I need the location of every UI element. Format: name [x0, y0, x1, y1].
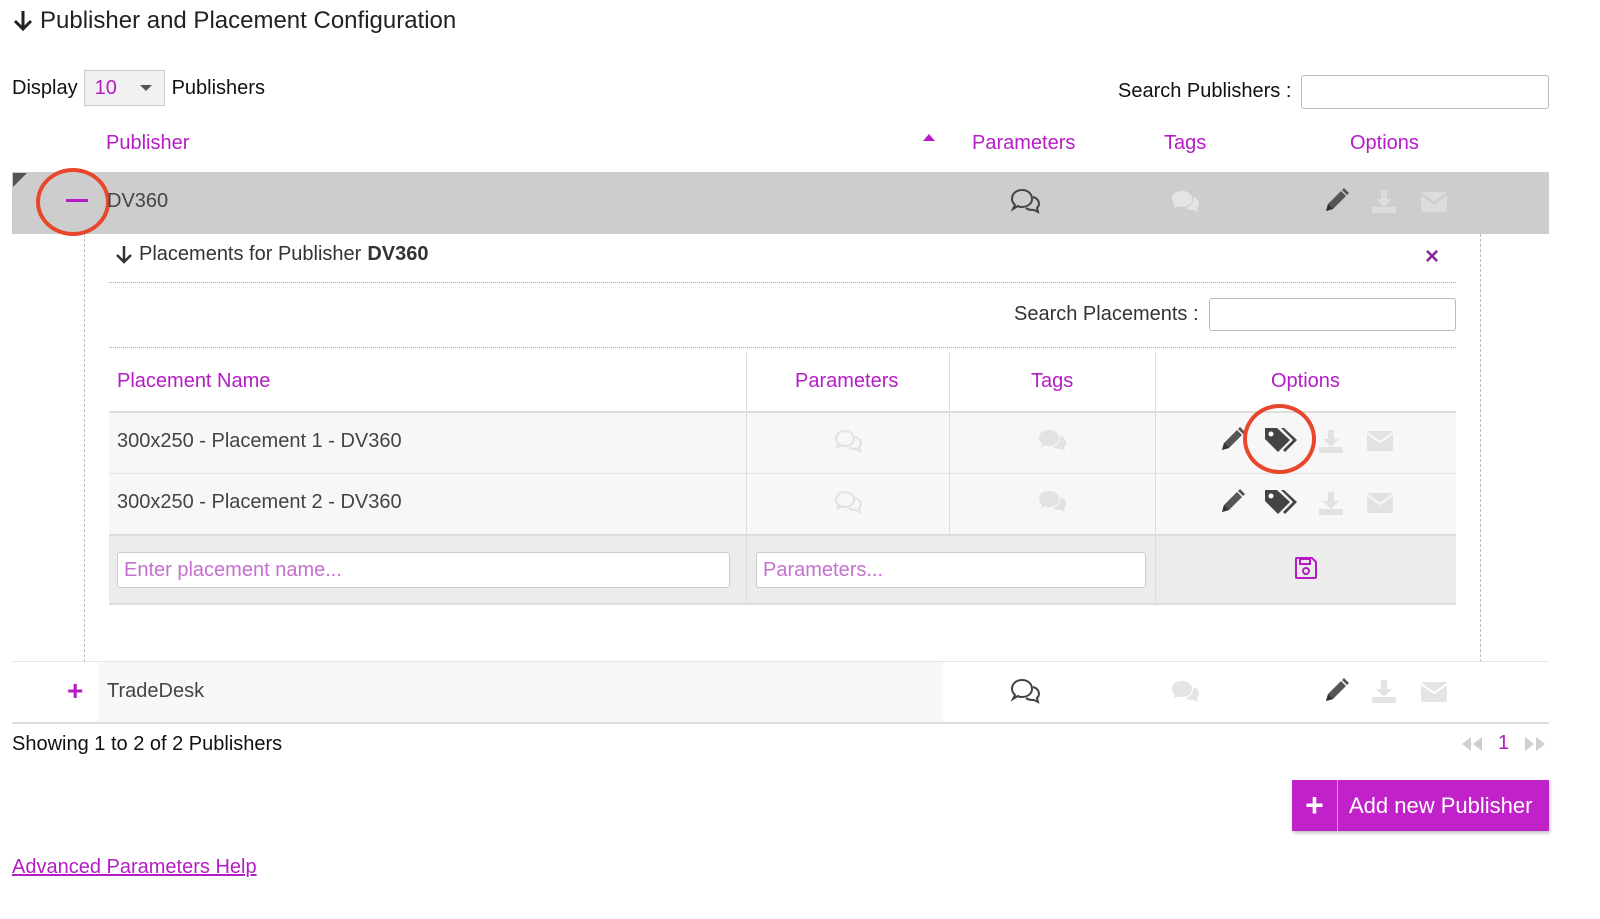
display-suffix: Publishers [171, 76, 265, 99]
search-publishers-input[interactable] [1301, 75, 1549, 109]
comments-icon [834, 490, 863, 514]
column-header-options: Options [1350, 132, 1419, 154]
save-icon[interactable] [1294, 556, 1318, 580]
page-number[interactable]: 1 [1498, 732, 1509, 755]
pencil-icon[interactable] [1322, 187, 1350, 215]
pencil-icon[interactable] [1218, 488, 1246, 516]
divider [109, 347, 1456, 348]
download-icon [1319, 430, 1343, 453]
publisher-row-dv360[interactable] [12, 172, 1549, 234]
comments-icon[interactable] [1009, 678, 1041, 704]
column-divider [1155, 535, 1156, 605]
placement-parameters-input[interactable] [756, 552, 1146, 588]
plus-icon: + [1292, 780, 1338, 831]
placement-name: 300x250 - Placement 2 - DV360 [117, 491, 402, 513]
placement-name: 300x250 - Placement 1 - DV360 [117, 430, 402, 452]
placements-title-prefix: Placements for Publisher [139, 243, 362, 265]
envelope-icon [1420, 682, 1448, 702]
advanced-parameters-help-link[interactable]: Advanced Parameters Help [12, 856, 257, 879]
arrow-down-icon [116, 245, 132, 264]
section-title-text: Publisher and Placement Configuration [40, 7, 457, 34]
pencil-icon[interactable] [1218, 426, 1246, 454]
search-publishers-label: Search Publishers : [1118, 80, 1292, 102]
next-page-icon[interactable] [1523, 736, 1547, 752]
column-header-publisher[interactable]: Publisher [106, 132, 189, 155]
table-info: Showing 1 to 2 of 2 Publishers [12, 733, 283, 755]
publisher-name: TradeDesk [107, 680, 205, 702]
expand-row-button[interactable]: + [67, 677, 83, 705]
divider [109, 282, 1456, 283]
column-header-tags: Tags [1164, 132, 1207, 154]
pagination: 1 [1460, 732, 1547, 755]
display-count-select[interactable]: 10 [83, 70, 165, 106]
search-placements-label: Search Placements : [1014, 303, 1199, 325]
column-divider [949, 411, 950, 535]
table-bottom-border [12, 722, 1549, 724]
download-icon [1372, 190, 1396, 213]
sort-ascending-icon[interactable] [923, 134, 935, 141]
row-selected-marker [13, 173, 27, 187]
download-icon [1319, 492, 1343, 515]
comments-solid-icon [1039, 491, 1066, 512]
envelope-icon [1366, 431, 1394, 451]
envelope-icon [1366, 493, 1394, 513]
comments-solid-icon [1172, 191, 1199, 212]
pencil-icon[interactable] [1322, 677, 1350, 705]
display-length-control: Display 10 Publishers [12, 70, 265, 106]
placement-name-input[interactable] [117, 552, 730, 588]
add-publisher-button[interactable]: + Add new Publisher [1292, 780, 1549, 831]
highlight-circle-tags [1243, 404, 1316, 474]
add-publisher-label: Add new Publisher [1349, 792, 1533, 818]
placement-header-name[interactable]: Placement Name [117, 370, 270, 393]
placements-panel-title[interactable]: Placements for Publisher DV360 [115, 243, 428, 266]
comments-solid-icon [1039, 430, 1066, 451]
display-count-value: 10 [94, 76, 117, 99]
search-placements-input[interactable] [1209, 298, 1456, 331]
publisher-row-tradedesk[interactable] [98, 662, 943, 722]
publisher-name: DV360 [107, 190, 169, 212]
close-icon[interactable]: × [1425, 245, 1439, 269]
highlight-circle-collapse [36, 168, 110, 236]
download-icon [1372, 680, 1396, 703]
display-label: Display [12, 76, 78, 99]
comments-icon[interactable] [1009, 188, 1041, 214]
column-header-parameters: Parameters [972, 132, 1076, 154]
comments-solid-icon [1172, 681, 1199, 702]
placement-header-options: Options [1271, 370, 1340, 392]
comments-icon [834, 429, 863, 453]
placements-title-publisher: DV360 [367, 243, 429, 265]
previous-page-icon[interactable] [1460, 736, 1484, 752]
placement-header-parameters: Parameters [795, 370, 899, 392]
section-title[interactable]: Publisher and Placement Configuration [12, 6, 456, 36]
envelope-icon [1420, 192, 1448, 212]
column-divider [746, 535, 747, 605]
column-divider [746, 411, 747, 535]
tags-icon[interactable] [1263, 488, 1299, 516]
placement-header-tags: Tags [1031, 370, 1074, 392]
arrow-down-icon [13, 11, 33, 32]
chevron-down-icon [139, 85, 152, 91]
